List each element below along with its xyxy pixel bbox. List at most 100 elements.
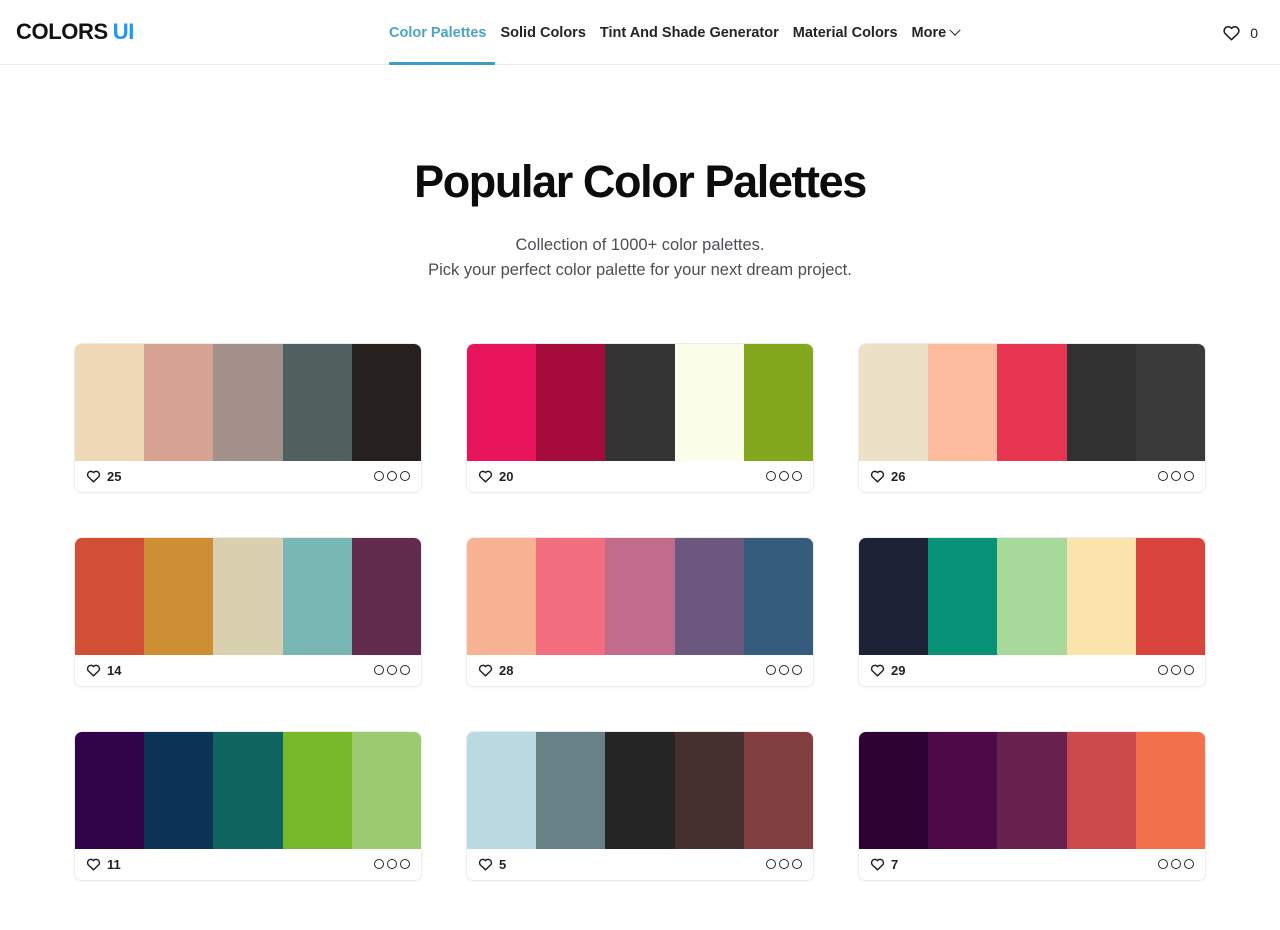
color-swatch[interactable] [1135, 343, 1205, 461]
palette-card[interactable]: 20 [466, 342, 814, 493]
three-dots-icon[interactable] [766, 471, 802, 482]
color-swatch[interactable] [282, 731, 352, 849]
nav-item-tint-and-shade-generator[interactable]: Tint And Shade Generator [593, 0, 786, 65]
color-swatch[interactable] [351, 731, 421, 849]
three-dots-icon[interactable] [374, 665, 410, 676]
nav-item-material-colors[interactable]: Material Colors [786, 0, 905, 65]
favorites-button[interactable]: 0 [1222, 0, 1258, 65]
palette-swatches [859, 343, 1205, 461]
primary-nav: Color Palettes Solid Colors Tint And Sha… [389, 0, 966, 65]
color-swatch[interactable] [928, 731, 998, 849]
palette-card[interactable]: 28 [466, 536, 814, 687]
three-dots-icon[interactable] [766, 859, 802, 870]
color-swatch[interactable] [144, 537, 214, 655]
palette-card-footer: 5 [467, 848, 813, 880]
like-count: 26 [891, 468, 906, 484]
like-button[interactable]: 11 [86, 857, 121, 872]
like-button[interactable]: 5 [478, 857, 506, 872]
palette-card-footer: 14 [75, 654, 421, 686]
color-swatch[interactable] [1066, 731, 1136, 849]
nav-item-tint-and-shade-generator-label: Tint And Shade Generator [599, 24, 779, 41]
like-button[interactable]: 26 [870, 469, 905, 484]
color-swatch[interactable] [997, 537, 1067, 655]
color-swatch[interactable] [351, 343, 421, 461]
color-swatch[interactable] [743, 343, 813, 461]
color-swatch[interactable] [743, 537, 813, 655]
like-button[interactable]: 29 [870, 663, 905, 678]
color-swatch[interactable] [144, 343, 214, 461]
color-swatch[interactable] [1066, 537, 1136, 655]
like-button[interactable]: 14 [86, 663, 121, 678]
color-swatch[interactable] [75, 731, 145, 849]
three-dots-icon[interactable] [374, 471, 410, 482]
color-swatch[interactable] [213, 343, 283, 461]
color-swatch[interactable] [536, 731, 606, 849]
color-swatch[interactable] [997, 731, 1067, 849]
color-swatch[interactable] [674, 731, 744, 849]
color-swatch[interactable] [536, 537, 606, 655]
like-button[interactable]: 25 [86, 469, 121, 484]
like-button[interactable]: 28 [478, 663, 513, 678]
three-dots-icon[interactable] [1158, 665, 1194, 676]
like-count: 20 [499, 468, 514, 484]
like-count: 7 [891, 856, 899, 872]
palette-card[interactable]: 14 [74, 536, 422, 687]
color-swatch[interactable] [351, 537, 421, 655]
color-swatch[interactable] [467, 537, 537, 655]
color-swatch[interactable] [1066, 343, 1136, 461]
color-swatch[interactable] [674, 343, 744, 461]
color-swatch[interactable] [282, 537, 352, 655]
palette-card[interactable]: 7 [858, 730, 1206, 881]
three-dots-icon[interactable] [766, 665, 802, 676]
three-dots-icon[interactable] [374, 859, 410, 870]
color-swatch[interactable] [213, 731, 283, 849]
three-dots-icon[interactable] [1158, 471, 1194, 482]
heart-icon [86, 663, 101, 677]
color-swatch[interactable] [282, 343, 352, 461]
color-swatch[interactable] [997, 343, 1067, 461]
nav-item-color-palettes[interactable]: Color Palettes [389, 0, 494, 65]
color-swatch[interactable] [928, 343, 998, 461]
nav-item-more[interactable]: More [905, 0, 967, 65]
like-count: 29 [891, 662, 906, 678]
palette-card-footer: 28 [467, 654, 813, 686]
color-swatch[interactable] [536, 343, 606, 461]
brand-logo[interactable]: COLORS UI [16, 19, 134, 45]
three-dots-icon[interactable] [1158, 859, 1194, 870]
color-swatch[interactable] [467, 343, 537, 461]
color-swatch[interactable] [859, 343, 929, 461]
color-swatch[interactable] [1135, 731, 1205, 849]
color-swatch[interactable] [605, 731, 675, 849]
color-swatch[interactable] [605, 537, 675, 655]
color-swatch[interactable] [467, 731, 537, 849]
heart-icon [86, 469, 101, 483]
like-button[interactable]: 20 [478, 469, 513, 484]
palette-card[interactable]: 25 [74, 342, 422, 493]
color-swatch[interactable] [859, 537, 929, 655]
palette-card-footer: 26 [859, 460, 1205, 492]
like-button[interactable]: 7 [870, 857, 898, 872]
palette-swatches [75, 537, 421, 655]
favorites-count: 0 [1250, 24, 1258, 41]
palette-card[interactable]: 5 [466, 730, 814, 881]
heart-icon [478, 663, 493, 677]
palette-swatches [75, 731, 421, 849]
color-swatch[interactable] [75, 537, 145, 655]
palette-swatches [859, 537, 1205, 655]
color-swatch[interactable] [213, 537, 283, 655]
color-swatch[interactable] [144, 731, 214, 849]
color-swatch[interactable] [75, 343, 145, 461]
color-swatch[interactable] [1135, 537, 1205, 655]
palette-card-footer: 29 [859, 654, 1205, 686]
palette-card[interactable]: 29 [858, 536, 1206, 687]
heart-icon [86, 857, 101, 871]
palette-swatches [75, 343, 421, 461]
color-swatch[interactable] [928, 537, 998, 655]
palette-card[interactable]: 26 [858, 342, 1206, 493]
nav-item-solid-colors[interactable]: Solid Colors [494, 0, 593, 65]
palette-card[interactable]: 11 [74, 730, 422, 881]
color-swatch[interactable] [859, 731, 929, 849]
color-swatch[interactable] [743, 731, 813, 849]
color-swatch[interactable] [605, 343, 675, 461]
color-swatch[interactable] [674, 537, 744, 655]
